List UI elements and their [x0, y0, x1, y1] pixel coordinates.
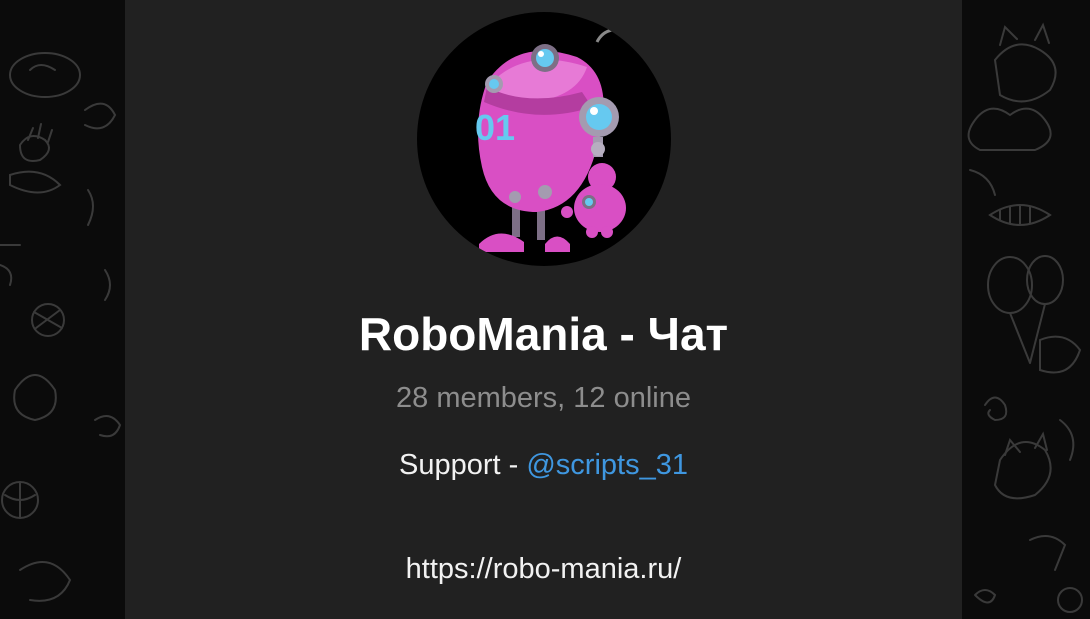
- avatar-image: 01: [475, 28, 626, 252]
- robot-avatar-icon[interactable]: 01: [417, 12, 671, 266]
- website-line: https://robo-mania.ru/: [125, 551, 962, 587]
- chat-info-panel: 01 RoboMania - Чат 28 members, 12 online…: [125, 0, 962, 619]
- support-mention-link[interactable]: @scripts_31: [526, 449, 688, 481]
- member-count-status: 28 members, 12 online: [396, 382, 691, 414]
- avatar-number-label: 01: [475, 107, 515, 148]
- website-link[interactable]: https://robo-mania.ru/: [406, 553, 682, 585]
- support-line: Support - @scripts_31: [125, 447, 962, 483]
- support-label: Support -: [399, 449, 527, 481]
- chat-title: RoboMania - Чат: [358, 308, 729, 360]
